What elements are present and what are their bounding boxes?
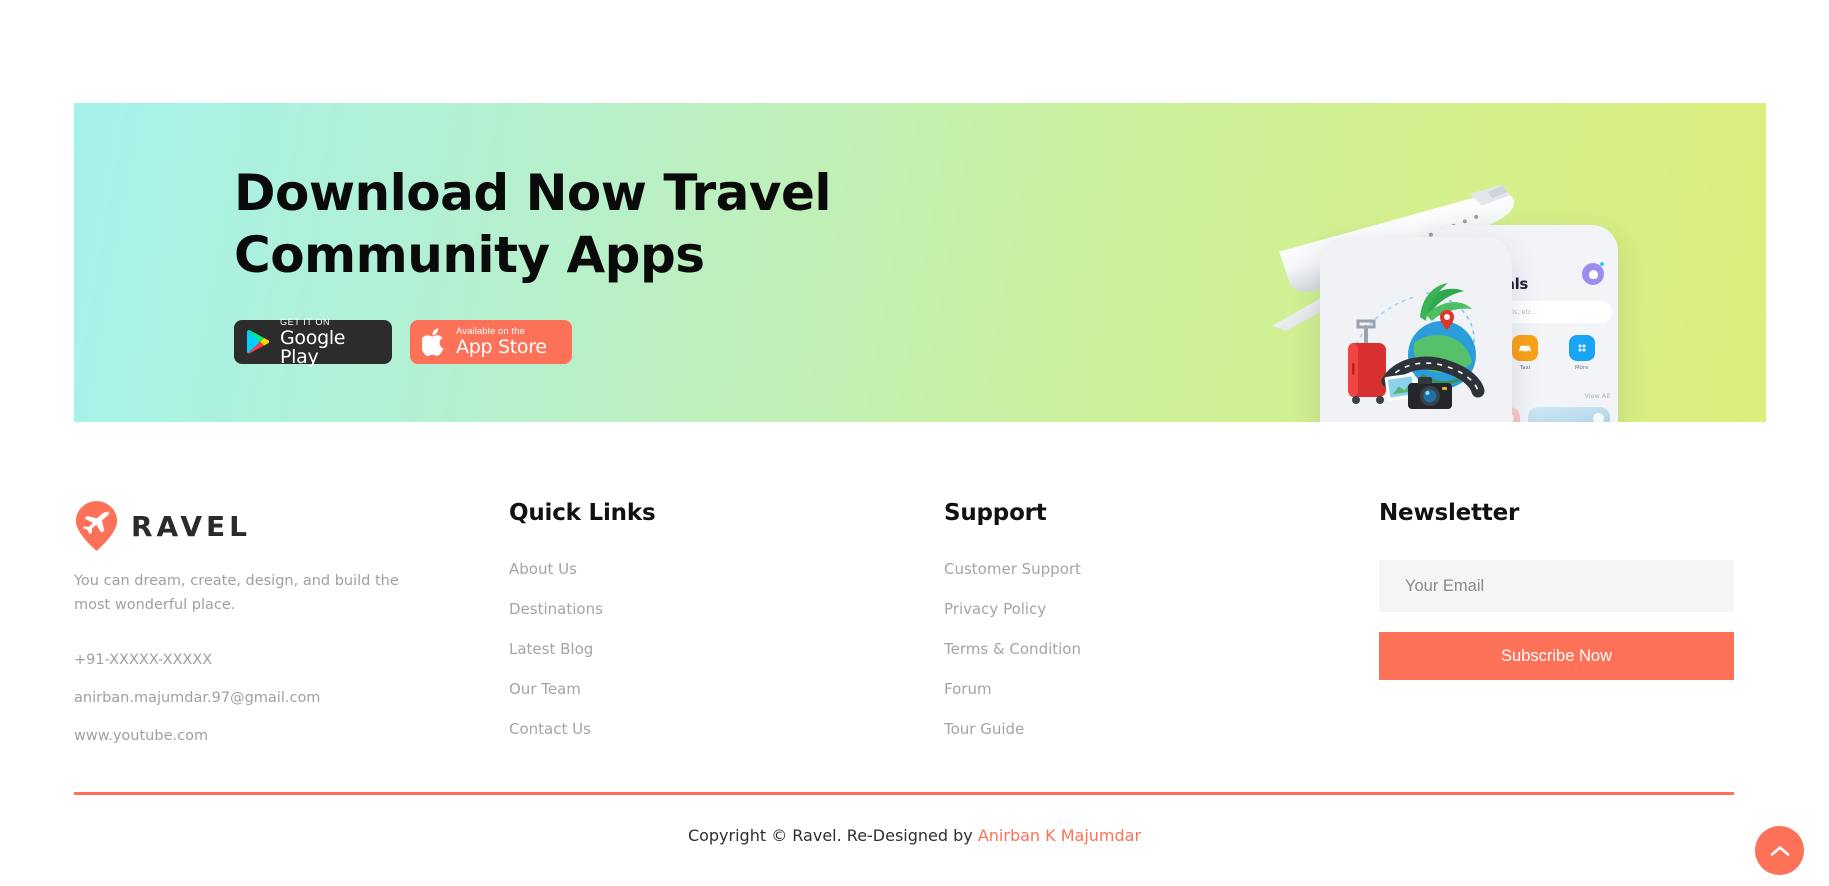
taxi-icon xyxy=(1511,335,1538,361)
download-app-banner: Download Now Travel Community Apps GET I… xyxy=(74,103,1766,422)
phone-category-label: More xyxy=(1574,365,1589,371)
chevron-up-icon xyxy=(1770,845,1789,856)
quick-links-list: About Us Destinations Latest Blog Our Te… xyxy=(509,560,944,738)
phone-place-card[interactable] xyxy=(1528,407,1610,422)
footer-divider xyxy=(74,792,1734,795)
footer-contact-email[interactable]: anirban.majumdar.97@gmail.com xyxy=(74,690,459,706)
banner-title-line-2: Community Apps xyxy=(234,225,705,284)
phone-category-label: Taxi xyxy=(1519,365,1531,371)
quick-link-destinations[interactable]: Destinations xyxy=(509,600,944,618)
banner-copy: Download Now Travel Community Apps GET I… xyxy=(234,163,994,368)
support-heading: Support xyxy=(944,500,1047,526)
footer-brand-name: RAVEL xyxy=(131,509,251,543)
support-link-tour-guide[interactable]: Tour Guide xyxy=(944,720,1379,738)
red-suitcase xyxy=(1348,319,1386,404)
copyright-bar: Copyright © Ravel. Re-Designed by Anirba… xyxy=(0,826,1829,845)
bookmark-icon[interactable] xyxy=(1593,413,1604,422)
site-footer: RAVEL You can dream, create, design, and… xyxy=(74,500,1734,744)
app-store-badge-small: Available on the xyxy=(456,325,526,337)
footer-newsletter-column: Newsletter Subscribe Now xyxy=(1379,500,1734,680)
footer-contact-phone[interactable]: +91-XXXXX-XXXXX xyxy=(74,652,459,668)
phone-category-more[interactable]: More xyxy=(1568,335,1595,371)
footer-brand-description: You can dream, create, design, and build… xyxy=(74,573,399,613)
google-play-badge-text: GET IT ON Google Play xyxy=(280,316,376,368)
footer-contact-website[interactable]: www.youtube.com xyxy=(74,728,459,744)
newsletter-email-input[interactable] xyxy=(1379,560,1734,612)
google-play-badge-big: Google Play xyxy=(280,326,346,368)
newsletter-heading: Newsletter xyxy=(1379,500,1520,526)
scroll-to-top-button[interactable] xyxy=(1755,826,1804,875)
store-badges: GET IT ON Google Play Available on the A… xyxy=(234,316,994,368)
app-store-badge-big: App Store xyxy=(456,336,547,359)
footer-logo[interactable]: RAVEL xyxy=(74,500,459,552)
support-link-customer-support[interactable]: Customer Support xyxy=(944,560,1379,578)
subscribe-now-button[interactable]: Subscribe Now xyxy=(1379,632,1734,680)
support-link-privacy-policy[interactable]: Privacy Policy xyxy=(944,600,1379,618)
footer-columns: RAVEL You can dream, create, design, and… xyxy=(74,500,1734,744)
apple-icon xyxy=(422,328,444,356)
app-store-badge-text: Available on the App Store xyxy=(456,327,547,358)
support-link-terms-condition[interactable]: Terms & Condition xyxy=(944,640,1379,658)
copyright-author-link[interactable]: Anirban K Majumdar xyxy=(978,826,1141,845)
google-play-icon xyxy=(247,329,270,354)
phone-view-all-link[interactable]: View All xyxy=(1584,392,1610,400)
app-store-badge[interactable]: Available on the App Store xyxy=(410,320,572,364)
quick-link-our-team[interactable]: Our Team xyxy=(509,680,944,698)
phone-avatar-notification-dot xyxy=(1600,262,1604,266)
google-play-badge[interactable]: GET IT ON Google Play xyxy=(234,316,392,368)
phone-category-taxi[interactable]: Taxi xyxy=(1511,335,1538,371)
phone-avatar[interactable] xyxy=(1582,263,1604,285)
google-play-badge-small: GET IT ON xyxy=(280,316,331,327)
quick-link-about-us[interactable]: About Us xyxy=(509,560,944,578)
copyright-text: Copyright © Ravel. Re-Designed by xyxy=(687,826,978,845)
footer-quick-links-column: Quick Links About Us Destinations Latest… xyxy=(509,500,944,738)
grid-dots-icon xyxy=(1568,335,1595,361)
ravel-plane-pin-logo xyxy=(75,501,118,551)
quick-links-heading: Quick Links xyxy=(509,500,656,526)
quick-link-latest-blog[interactable]: Latest Blog xyxy=(509,640,944,658)
phone-mockup-front: RAVEL xyxy=(1320,237,1512,422)
support-link-forum[interactable]: Forum xyxy=(944,680,1379,698)
banner-title-line-1: Download Now Travel xyxy=(234,164,832,222)
quick-link-contact-us[interactable]: Contact Us xyxy=(509,720,944,738)
footer-brand-column: RAVEL You can dream, create, design, and… xyxy=(74,500,509,744)
travel-luggage-globe-illustration xyxy=(1347,283,1485,409)
footer-support-column: Support Customer Support Privacy Policy … xyxy=(944,500,1379,738)
page-root: Download Now Travel Community Apps GET I… xyxy=(0,0,1829,886)
support-links-list: Customer Support Privacy Policy Terms & … xyxy=(944,560,1379,738)
